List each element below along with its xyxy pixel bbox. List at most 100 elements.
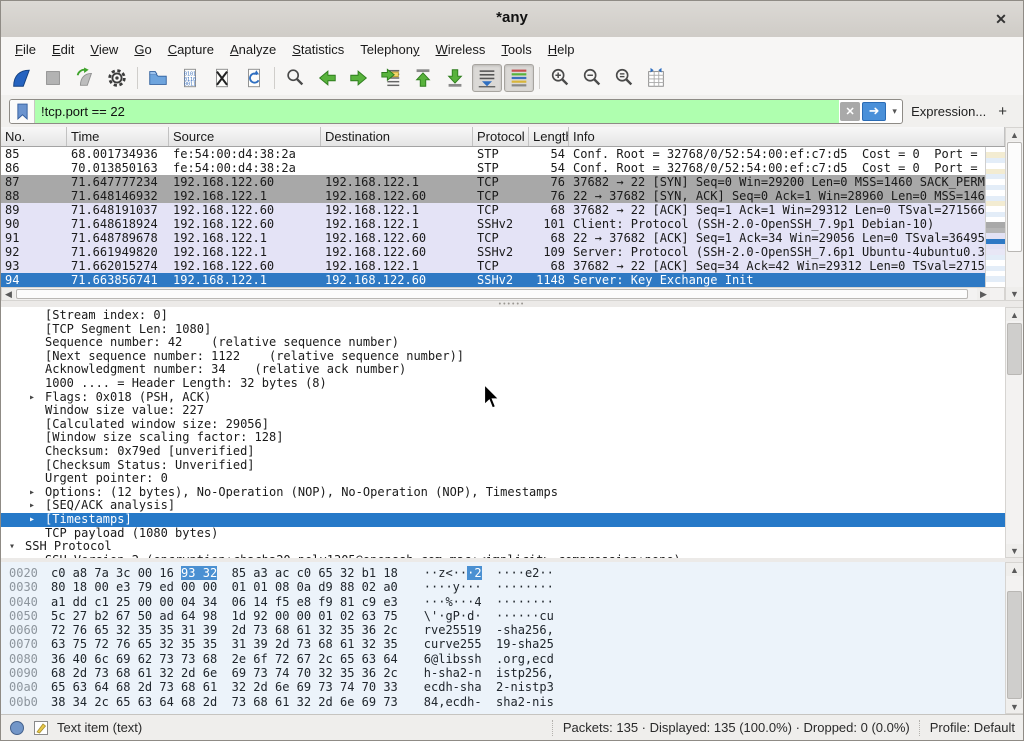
expander-open-icon[interactable]: ▾ [9,540,15,554]
expert-info-icon[interactable] [9,720,25,736]
detail-line[interactable]: ▸Options: (12 bytes), No-Operation (NOP)… [1,486,1005,500]
profile-label[interactable]: Profile: Default [930,720,1015,735]
filter-history-caret-icon[interactable]: ▾ [887,100,902,123]
go-top-icon[interactable] [408,64,438,92]
bytes-vscrollbar[interactable]: ▲ ▼ [1005,562,1024,714]
zoom-out-icon[interactable] [577,64,607,92]
scroll-right-icon[interactable]: ▶ [977,288,990,300]
display-filter-input[interactable] [35,100,839,123]
file-close-icon[interactable] [207,64,237,92]
detail-line[interactable]: Acknowledgment number: 34 (relative ack … [1,363,1005,377]
go-to-packet-icon[interactable] [376,64,406,92]
hex-row-0090[interactable]: 009068 2d 73 68 61 32 2d 6e 69 73 74 70 … [1,666,1005,680]
scroll-up-icon[interactable]: ▲ [1006,128,1023,141]
expander-closed-icon[interactable]: ▸ [29,499,35,513]
menu-item-wireless[interactable]: Wireless [428,39,494,60]
packet-row-85[interactable]: 8568.001734936fe:54:00:d4:38:2aSTP54Conf… [1,147,985,161]
packet-list-hscrollbar[interactable]: ◀ ▶ [1,287,1005,301]
hex-row-00b0[interactable]: 00b038 34 2c 65 63 64 68 2d 73 68 61 32 … [1,695,1005,709]
detail-line[interactable]: ▸Flags: 0x018 (PSH, ACK) [1,391,1005,405]
hex-row-0030[interactable]: 003080 18 00 e3 79 ed 00 00 01 01 08 0a … [1,580,1005,594]
scroll-up-icon[interactable]: ▲ [1006,563,1023,576]
packet-row-94[interactable]: 9471.663856741192.168.122.1192.168.122.6… [1,273,985,287]
detail-line[interactable]: [TCP Segment Len: 1080] [1,323,1005,337]
scroll-down-icon[interactable]: ▼ [1006,544,1023,557]
capture-comment-icon[interactable] [33,720,49,736]
detail-line[interactable]: [Next sequence number: 1122 (relative se… [1,350,1005,364]
menu-item-edit[interactable]: Edit [44,39,82,60]
detail-line[interactable]: 1000 .... = Header Length: 32 bytes (8) [1,377,1005,391]
packet-list-vscrollbar[interactable]: ▲ ▼ [1005,127,1024,301]
close-button[interactable]: ✕ [991,9,1011,29]
find-packet-icon[interactable] [280,64,310,92]
detail-line[interactable]: ▸[SEQ/ACK analysis] [1,499,1005,513]
zoom-in-icon[interactable] [545,64,575,92]
go-back-icon[interactable] [312,64,342,92]
go-forward-icon[interactable] [344,64,374,92]
column-header-time[interactable]: Time [67,127,169,146]
packet-row-89[interactable]: 8971.648191037192.168.122.60192.168.122.… [1,203,985,217]
menu-item-help[interactable]: Help [540,39,583,60]
packet-row-86[interactable]: 8670.013850163fe:54:00:d4:38:2aSTP54Conf… [1,161,985,175]
packet-list-minimap[interactable] [985,147,1005,287]
capture-options-icon[interactable] [102,64,132,92]
scroll-down-icon[interactable]: ▼ [1006,287,1023,300]
scroll-thumb[interactable] [16,289,968,299]
menu-item-statistics[interactable]: Statistics [284,39,352,60]
scroll-left-icon[interactable]: ◀ [2,288,15,300]
scroll-thumb[interactable] [1007,142,1022,252]
file-reload-icon[interactable] [239,64,269,92]
hex-row-0070[interactable]: 007063 75 72 76 65 32 35 35 31 39 2d 73 … [1,637,1005,651]
detail-line[interactable]: Window size value: 227 [1,404,1005,418]
menu-item-telephony[interactable]: Telephony [352,39,427,60]
scroll-down-icon[interactable]: ▼ [1006,700,1023,713]
hex-row-0060[interactable]: 006072 76 65 32 35 35 31 39 2d 73 68 61 … [1,623,1005,637]
detail-line[interactable]: TCP payload (1080 bytes) [1,527,1005,541]
filter-apply-icon[interactable]: ➜ [862,102,886,121]
packet-row-88[interactable]: 8871.648146932192.168.122.1192.168.122.6… [1,189,985,203]
detail-line[interactable]: ▾SSH Protocol [1,540,1005,554]
file-save-icon[interactable]: 010101100011 [175,64,205,92]
packet-row-90[interactable]: 9071.648618924192.168.122.60192.168.122.… [1,217,985,231]
detail-line[interactable]: Sequence number: 42 (relative sequence n… [1,336,1005,350]
detail-line[interactable]: Urgent pointer: 0 [1,472,1005,486]
detail-line[interactable]: [Window size scaling factor: 128] [1,431,1005,445]
capture-start-icon[interactable] [6,64,36,92]
go-bottom-icon[interactable] [440,64,470,92]
column-header-protocol[interactable]: Protocol [473,127,529,146]
capture-restart-icon[interactable] [70,64,100,92]
colorize-icon[interactable] [504,64,534,92]
menu-item-file[interactable]: File [7,39,44,60]
hex-row-0080[interactable]: 008036 40 6c 69 62 73 73 68 2e 6f 72 67 … [1,652,1005,666]
detail-line[interactable]: [Stream index: 0] [1,309,1005,323]
details-vscrollbar[interactable]: ▲ ▼ [1005,307,1024,558]
hex-row-0050[interactable]: 00505c 27 b2 67 50 ad 64 98 1d 92 00 00 … [1,609,1005,623]
column-header-destination[interactable]: Destination [321,127,473,146]
filter-bookmark-icon[interactable] [10,100,35,123]
detail-line[interactable]: [Checksum Status: Unverified] [1,459,1005,473]
zoom-original-icon[interactable] [609,64,639,92]
menu-item-capture[interactable]: Capture [160,39,222,60]
hex-row-0020[interactable]: 0020c0 a8 7a 3c 00 16 93 32 85 a3 ac c0 … [1,566,1005,580]
menu-item-tools[interactable]: Tools [493,39,539,60]
hex-row-0040[interactable]: 0040a1 dd c1 25 00 00 04 34 06 14 f5 e8 … [1,595,1005,609]
packet-row-87[interactable]: 8771.647777234192.168.122.60192.168.122.… [1,175,985,189]
column-header-no[interactable]: No. [1,127,67,146]
detail-line[interactable]: [Calculated window size: 29056] [1,418,1005,432]
scroll-thumb[interactable] [1007,591,1022,699]
column-header-info[interactable]: Info [569,127,1005,146]
column-header-length[interactable]: Length [529,127,569,146]
file-open-icon[interactable] [143,64,173,92]
packet-row-92[interactable]: 9271.661949820192.168.122.1192.168.122.6… [1,245,985,259]
detail-line[interactable]: Checksum: 0x79ed [unverified] [1,445,1005,459]
packet-row-93[interactable]: 9371.662015274192.168.122.60192.168.122.… [1,259,985,273]
resize-columns-icon[interactable] [641,64,671,92]
packet-row-91[interactable]: 9171.648789678192.168.122.1192.168.122.6… [1,231,985,245]
menu-item-go[interactable]: Go [126,39,159,60]
menu-item-analyze[interactable]: Analyze [222,39,284,60]
filter-clear-icon[interactable]: ✕ [840,102,860,121]
detail-line[interactable]: ▸[Timestamps] [1,513,1005,527]
filter-add-button[interactable]: + [994,103,1015,120]
capture-stop-icon[interactable] [38,64,68,92]
scroll-up-icon[interactable]: ▲ [1006,308,1023,321]
